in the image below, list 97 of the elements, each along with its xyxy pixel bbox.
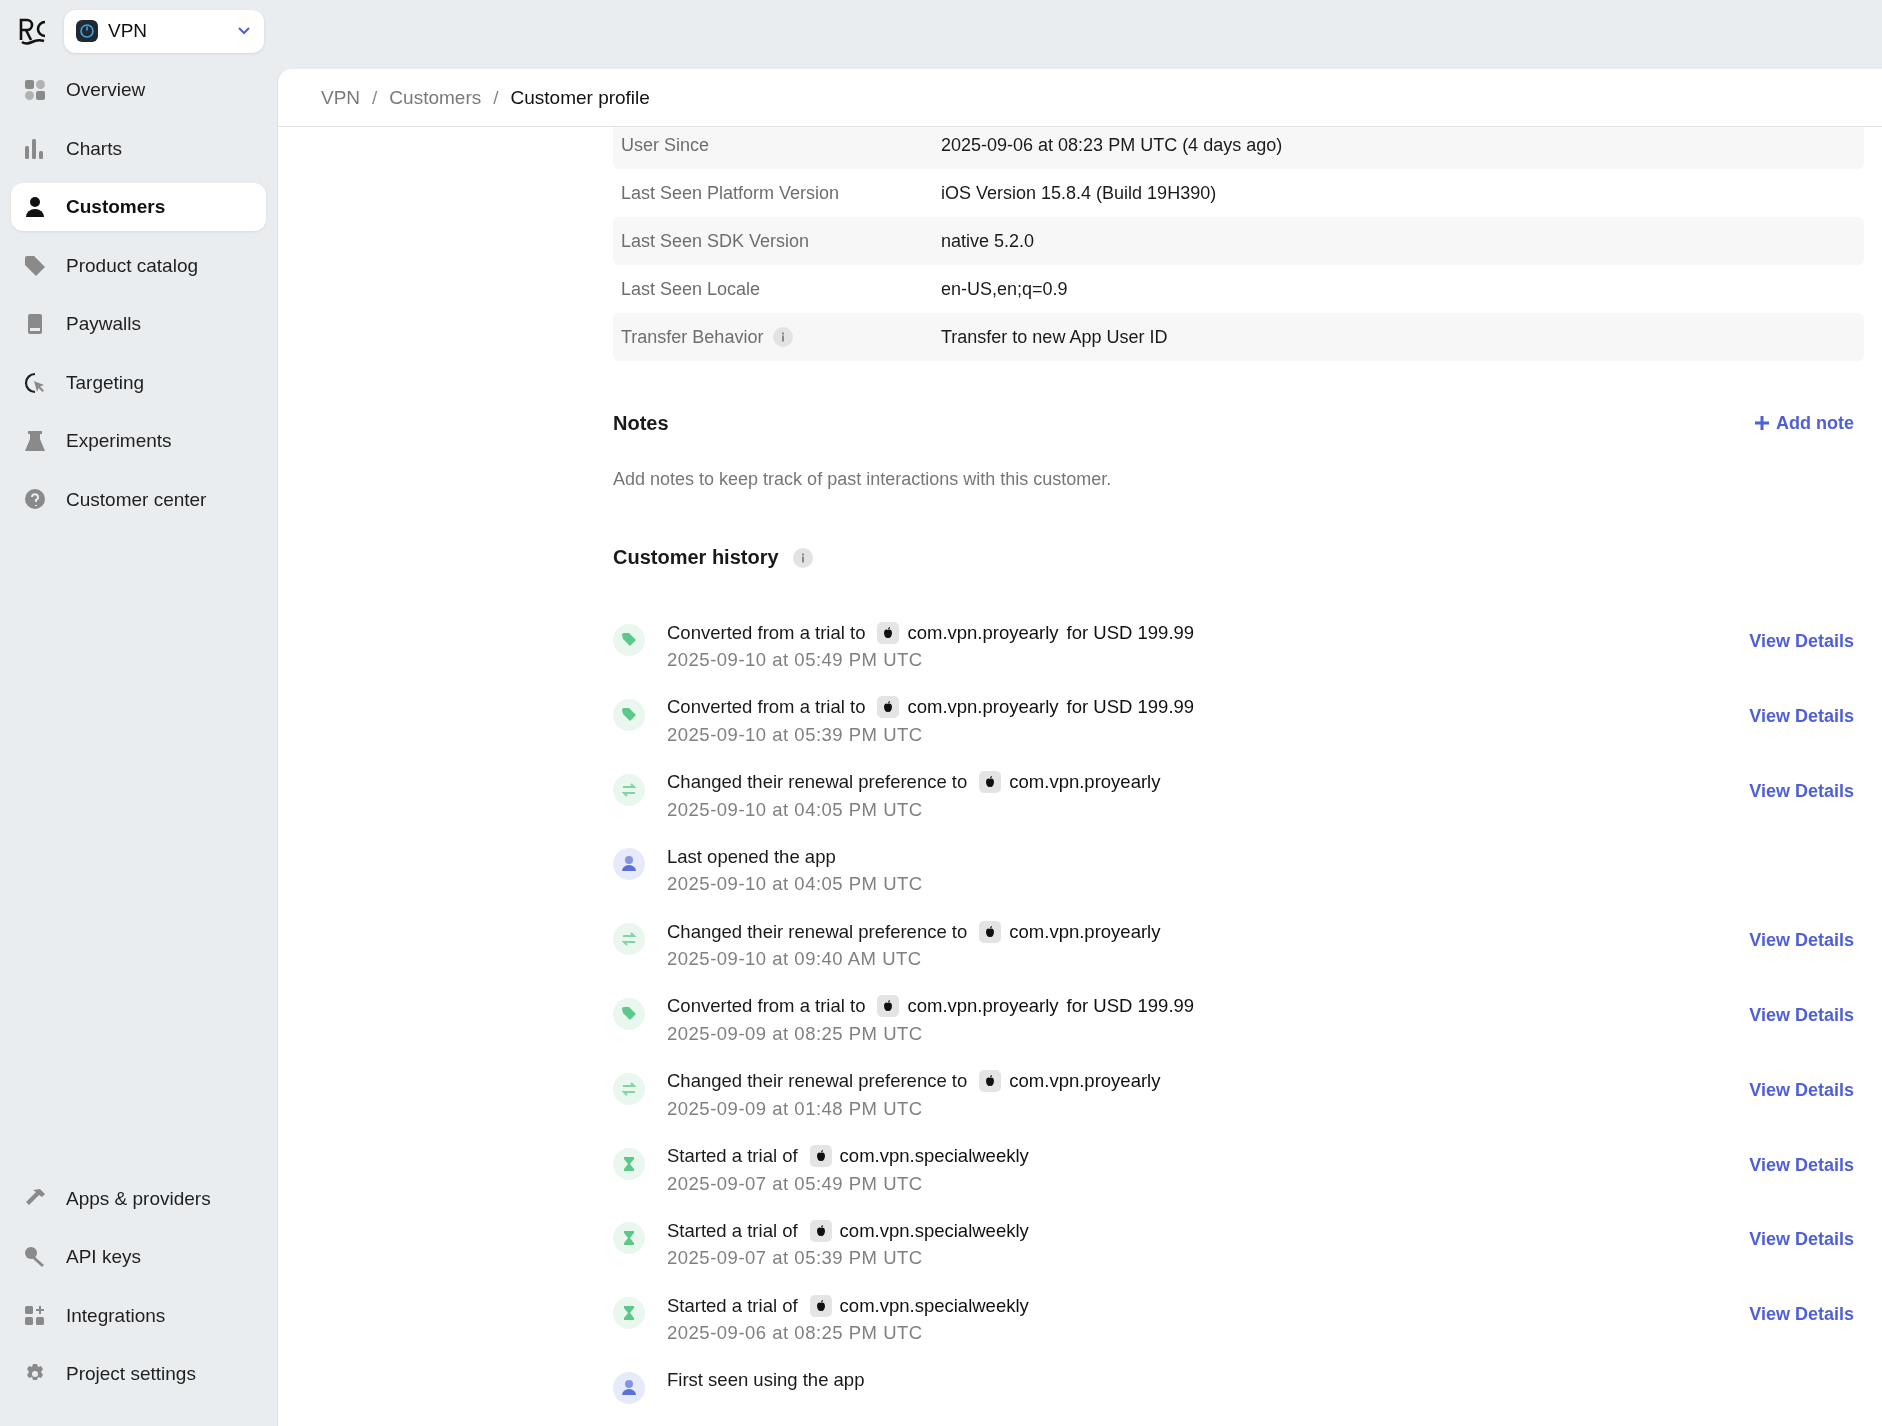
nav-item[interactable]: Apps & providers — [11, 1174, 266, 1223]
event-time: 2025-09-10 at 05:49 PM UTC — [667, 648, 924, 672]
view-details-link[interactable]: View Details — [1749, 705, 1854, 727]
nav-item[interactable]: Paywalls — [11, 300, 266, 348]
apple-icon — [979, 771, 1002, 794]
breadcrumb-link[interactable]: Customer profile — [510, 86, 650, 109]
cursor-target-icon — [24, 371, 46, 394]
apple-icon — [809, 1294, 832, 1317]
price-text: for USD 199.99 — [1066, 696, 1195, 719]
flask-icon — [24, 430, 46, 452]
event-time: 2025-09-10 at 09:40 AM UTC — [667, 947, 923, 972]
chevron-down-icon — [238, 27, 250, 35]
price-text: for USD 199.99 — [1066, 621, 1195, 644]
event-time: 2025-09-07 at 05:39 PM UTC — [667, 1246, 924, 1271]
detail-value: iOS Version 15.8.4 (Build 19H390) — [941, 182, 1217, 204]
view-details-link[interactable]: View Details — [1749, 1079, 1854, 1101]
event-text: First seen using the app — [667, 1369, 865, 1392]
detail-label: Last Seen Locale — [621, 278, 761, 300]
notes-description: Add notes to keep track of past interactions with this customer. — [613, 469, 1113, 490]
grid-plus-icon — [24, 1304, 46, 1327]
nav-item[interactable]: API keys — [11, 1233, 266, 1281]
bar-chart-icon — [24, 137, 46, 160]
plus-icon — [1754, 415, 1770, 431]
apple-icon — [877, 621, 900, 644]
apple-icon — [809, 1145, 832, 1168]
breadcrumb-link[interactable]: Customers — [389, 86, 482, 109]
event-text: Changed their renewal preference to — [667, 920, 968, 943]
nav-item[interactable]: Customers — [11, 183, 266, 231]
apple-icon — [877, 696, 900, 719]
event-time: 2025-09-07 at 05:49 PM UTC — [667, 1171, 924, 1196]
breadcrumb-separator: / — [493, 86, 499, 109]
product-id: com.vpn.proyearly — [907, 995, 1059, 1018]
event-text: Started a trial of — [667, 1145, 798, 1168]
nav-item[interactable]: Customer center — [11, 475, 266, 524]
event-text: Changed their renewal preference to — [667, 1070, 968, 1093]
event-time: 2025-09-06 at 08:25 PM UTC — [667, 1321, 924, 1346]
product-id: com.vpn.specialweekly — [839, 1219, 1029, 1242]
detail-label: Last Seen Platform Version — [621, 182, 840, 204]
view-details-link[interactable]: View Details — [1749, 930, 1854, 952]
product-id: com.vpn.proyearly — [907, 696, 1059, 719]
nav-item[interactable]: Project settings — [11, 1350, 266, 1398]
section-heading: Notes — [613, 411, 669, 435]
person-icon — [24, 196, 46, 218]
info-icon — [792, 547, 813, 568]
tag-icon — [24, 254, 46, 277]
apple-icon — [877, 995, 900, 1018]
event-time: 2025-09-10 at 04:05 PM UTC — [667, 872, 924, 897]
product-id: com.vpn.proyearly — [907, 621, 1059, 644]
nav-item[interactable]: Experiments — [11, 417, 266, 465]
project-selector[interactable]: VPN — [64, 9, 264, 53]
detail-value: native 5.2.0 — [941, 230, 1035, 252]
view-details-link[interactable]: View Details — [1749, 780, 1854, 802]
detail-label: User Since — [621, 134, 710, 156]
event-text: Started a trial of — [667, 1219, 798, 1242]
event-time: 2025-09-10 at 05:39 PM UTC — [667, 722, 924, 747]
detail-value: 2025-09-06 at 08:23 PM UTC (4 days ago) — [941, 134, 1283, 156]
view-details-link[interactable]: View Details — [1749, 1005, 1854, 1026]
event-time: 2025-09-09 at 08:25 PM UTC — [667, 1022, 924, 1046]
logo-icon — [18, 16, 48, 46]
product-id: com.vpn.proyearly — [1009, 771, 1161, 794]
event-text: Converted from a trial to — [667, 621, 866, 644]
nav-item[interactable]: Overview — [11, 66, 266, 114]
breadcrumb-link[interactable]: VPN — [321, 86, 361, 109]
event-text: Converted from a trial to — [667, 696, 866, 719]
event-text: Started a trial of — [667, 1294, 798, 1317]
event-text: Converted from a trial to — [667, 995, 866, 1018]
event-time: 2025-09-09 at 01:48 PM UTC — [667, 1096, 924, 1121]
product-id: com.vpn.proyearly — [1009, 920, 1161, 943]
section-heading: Customer history — [613, 546, 779, 569]
detail-label: Last Seen SDK Version — [621, 230, 810, 252]
price-text: for USD 199.99 — [1066, 995, 1195, 1018]
product-id: com.vpn.specialweekly — [839, 1294, 1029, 1317]
breadcrumb-separator: / — [372, 86, 378, 109]
power-icon — [76, 20, 98, 42]
nav-item[interactable]: Product catalog — [11, 241, 266, 290]
event-text: Changed their renewal preference to — [667, 771, 968, 794]
detail-label: Transfer Behavior — [621, 326, 764, 348]
grid-icon — [24, 79, 46, 101]
view-details-link[interactable]: View Details — [1749, 631, 1854, 652]
nav-item[interactable]: Targeting — [11, 358, 266, 407]
add-note-link[interactable]: Add note — [1754, 412, 1854, 434]
detail-value: Transfer to new App User ID — [941, 326, 1168, 348]
detail-value: en-US,en;q=0.9 — [941, 278, 1068, 300]
event-text: Last opened the app — [667, 845, 836, 868]
help-icon — [24, 488, 46, 511]
view-details-link[interactable]: View Details — [1749, 1304, 1854, 1326]
product-id: com.vpn.proyearly — [1009, 1070, 1161, 1093]
apple-icon — [979, 920, 1002, 943]
nav-item[interactable]: Charts — [11, 124, 266, 173]
view-details-link[interactable]: View Details — [1749, 1154, 1854, 1176]
apple-icon — [809, 1219, 832, 1242]
product-id: com.vpn.specialweekly — [839, 1145, 1029, 1168]
nav-item[interactable]: Integrations — [11, 1291, 266, 1340]
key-icon — [24, 1246, 46, 1268]
event-time: 2025-09-10 at 04:05 PM UTC — [667, 797, 924, 822]
apple-icon — [979, 1070, 1002, 1093]
view-details-link[interactable]: View Details — [1749, 1229, 1854, 1251]
